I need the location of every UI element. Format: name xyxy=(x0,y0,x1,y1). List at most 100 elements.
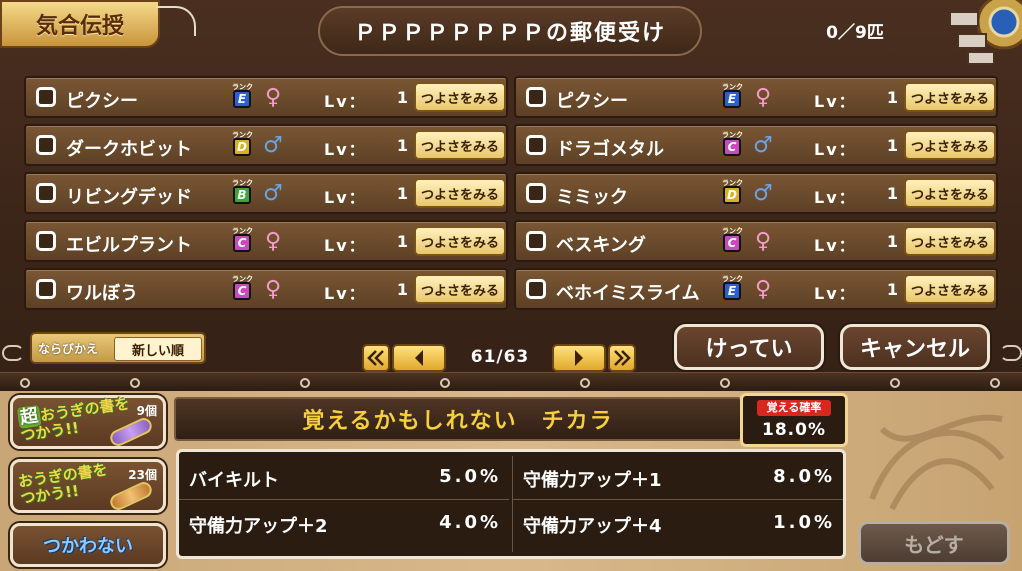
confirm-button[interactable]: けってい xyxy=(674,324,824,370)
male-icon: ♂ xyxy=(753,133,773,158)
rank-badge-icon: ランク C xyxy=(231,275,253,302)
back-label: もどす xyxy=(904,532,964,557)
cancel-button[interactable]: キャンセル xyxy=(840,324,990,370)
rank-letter: E xyxy=(723,282,741,300)
view-strength-button[interactable]: つよさをみる xyxy=(414,274,506,304)
swirl-ornament-icon xyxy=(156,6,196,36)
decorative-pattern xyxy=(869,414,1005,511)
view-strength-button[interactable]: つよさをみる xyxy=(904,226,996,256)
rank-letter: C xyxy=(233,282,251,300)
level-value: 1 xyxy=(396,136,408,155)
level-label: Lv： xyxy=(324,188,367,207)
game-screen: 気合伝授 ＰＰＰＰＰＰＰＰの郵便受け 0／9匹 ピクシー ランク E ♀ Lv： 1 つよさ… xyxy=(0,0,1022,571)
scroll-count: 23個 xyxy=(128,468,157,482)
monster-row[interactable]: ベホイミスライム ランク E ♀ Lv： 1 つよさをみる xyxy=(514,268,998,310)
skill-name: 守備力アップ＋4 xyxy=(523,516,662,537)
checkbox-icon[interactable] xyxy=(36,135,56,155)
level-value: 1 xyxy=(886,184,898,203)
page-next-button[interactable] xyxy=(552,344,606,372)
skill-panel: 超おうぎの書を つかう!! 9個 おうぎの書を つかう!! 23個 つかわない … xyxy=(0,391,1022,571)
rank-letter: D xyxy=(233,138,251,156)
checkbox-icon[interactable] xyxy=(526,87,546,107)
section-divider xyxy=(0,372,1022,392)
monster-list: ピクシー ランク E ♀ Lv： 1 つよさをみる ピクシー ランク E ♀ Lv： 1 つよさをみる ダー… xyxy=(18,70,1008,316)
level-value: 1 xyxy=(886,136,898,155)
rank-letter: E xyxy=(233,90,251,108)
dont-use-button[interactable]: つかわない xyxy=(10,523,166,567)
page-first-icon xyxy=(367,350,384,366)
back-button[interactable]: もどす xyxy=(858,521,1010,565)
view-strength-button[interactable]: つよさをみる xyxy=(904,274,996,304)
level-value: 1 xyxy=(886,88,898,107)
rank-badge-icon: ランク C xyxy=(721,227,743,254)
monster-row[interactable]: ダークホビット ランク D ♂ Lv： 1 つよさをみる xyxy=(24,124,508,166)
checkbox-icon[interactable] xyxy=(36,231,56,251)
checkbox-icon[interactable] xyxy=(526,183,546,203)
view-strength-button[interactable]: つよさをみる xyxy=(414,226,506,256)
super-scroll-button[interactable]: 超おうぎの書を つかう!! 9個 xyxy=(10,394,166,449)
view-strength-button[interactable]: つよさをみる xyxy=(414,130,506,160)
page-last-button[interactable] xyxy=(608,344,636,372)
monster-name: ピクシー xyxy=(66,91,138,112)
rank-badge-icon: ランク C xyxy=(721,131,743,158)
monster-row[interactable]: エビルプラント ランク C ♀ Lv： 1 つよさをみる xyxy=(24,220,508,262)
skill-item: 守備力アップ＋1 8.0% xyxy=(513,456,843,500)
view-strength-button[interactable]: つよさをみる xyxy=(414,82,506,112)
page-prev-icon xyxy=(415,350,423,366)
view-strength-button[interactable]: つよさをみる xyxy=(904,130,996,160)
monster-name: ドラゴメタル xyxy=(556,139,664,160)
monster-row[interactable]: ピクシー ランク E ♀ Lv： 1 つよさをみる xyxy=(24,76,508,118)
rank-letter: C xyxy=(723,234,741,252)
level-label: Lv： xyxy=(324,140,367,159)
checkbox-icon[interactable] xyxy=(526,279,546,299)
female-icon: ♀ xyxy=(264,277,282,302)
level-value: 1 xyxy=(396,232,408,251)
female-icon: ♀ xyxy=(754,229,772,254)
monster-row[interactable]: ワルぼう ランク C ♀ Lv： 1 つよさをみる xyxy=(24,268,508,310)
monster-row[interactable]: ミミック ランク D ♂ Lv： 1 つよさをみる xyxy=(514,172,998,214)
female-icon: ♀ xyxy=(754,85,772,110)
checkbox-icon[interactable] xyxy=(36,87,56,107)
monster-name: ミミック xyxy=(556,187,628,208)
view-strength-button[interactable]: つよさをみる xyxy=(904,82,996,112)
monster-row[interactable]: ベスキング ランク C ♀ Lv： 1 つよさをみる xyxy=(514,220,998,262)
page-first-button[interactable] xyxy=(362,344,390,372)
level-label: Lv： xyxy=(814,188,857,207)
level-label: Lv： xyxy=(324,284,367,303)
rank-badge-icon: ランク B xyxy=(231,179,253,206)
rank-badge-icon: ランク E xyxy=(721,83,743,110)
checkbox-icon[interactable] xyxy=(36,279,56,299)
sort-value: 新しい順 xyxy=(114,337,202,361)
page-prev-button[interactable] xyxy=(392,344,446,372)
mode-tab-label: 気合伝授 xyxy=(35,14,124,39)
skill-rate: 1.0% xyxy=(773,512,835,533)
monster-row[interactable]: ドラゴメタル ランク C ♂ Lv： 1 つよさをみる xyxy=(514,124,998,166)
checkbox-icon[interactable] xyxy=(526,135,546,155)
female-icon: ♀ xyxy=(754,277,772,302)
level-label: Lv： xyxy=(324,236,367,255)
skill-name: 守備力アップ＋2 xyxy=(189,516,328,537)
rank-badge-icon: ランク D xyxy=(231,131,253,158)
selected-count: 0／9匹 xyxy=(826,23,884,43)
monster-row[interactable]: リビングデッド ランク B ♂ Lv： 1 つよさをみる xyxy=(24,172,508,214)
swirl-left-icon xyxy=(2,345,24,361)
checkbox-icon[interactable] xyxy=(526,231,546,251)
rank-letter: C xyxy=(233,234,251,252)
monster-name: ベスキング xyxy=(556,235,646,256)
sort-dropdown[interactable]: ならびかえ 新しい順 xyxy=(30,332,206,364)
level-value: 1 xyxy=(396,88,408,107)
skill-title-bar: 覚えるかもしれない チカラ xyxy=(174,397,742,441)
skill-column-divider xyxy=(512,456,513,552)
skill-table: バイキルト 5.0% 守備力アップ＋1 8.0% 守備力アップ＋2 4.0% 守… xyxy=(176,449,846,559)
monster-name: ベホイミスライム xyxy=(556,283,700,304)
page-title: ＰＰＰＰＰＰＰＰの郵便受け xyxy=(353,21,666,46)
monster-row[interactable]: ピクシー ランク E ♀ Lv： 1 つよさをみる xyxy=(514,76,998,118)
scroll-button[interactable]: おうぎの書を つかう!! 23個 xyxy=(10,459,166,513)
view-strength-button[interactable]: つよさをみる xyxy=(414,178,506,208)
sort-label: ならびかえ xyxy=(38,342,99,356)
dont-use-label: つかわない xyxy=(43,536,133,557)
ornament-icon xyxy=(949,0,1022,65)
view-strength-button[interactable]: つよさをみる xyxy=(904,178,996,208)
male-icon: ♂ xyxy=(753,181,773,206)
checkbox-icon[interactable] xyxy=(36,183,56,203)
